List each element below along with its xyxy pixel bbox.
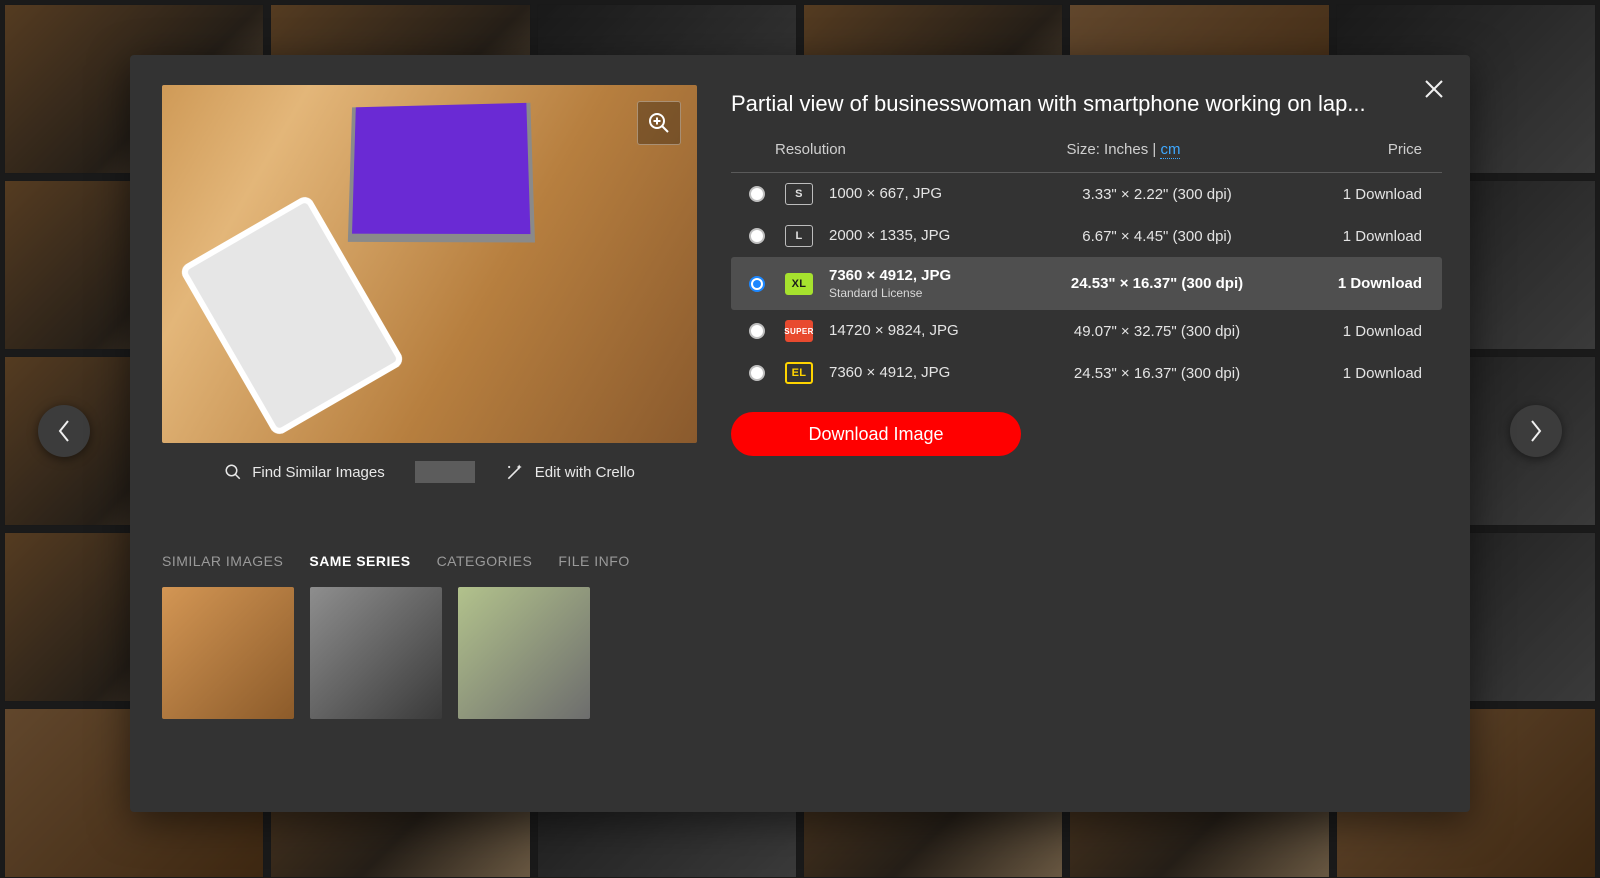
series-thumb[interactable] [162,587,294,719]
size-badge: EL [785,362,813,384]
resolution-value: 2000 × 1335, JPG [829,227,1032,245]
image-detail-modal: Find Similar Images Edit with Crello Par… [130,55,1470,812]
preview-image[interactable] [162,85,697,443]
resolution-option[interactable]: XL 7360 × 4912, JPGStandard License 24.53"… [731,257,1442,310]
size-value: 24.53" × 16.37" (300 dpi) [1042,275,1272,292]
preview-pane: Find Similar Images Edit with Crello [162,85,697,483]
price-value: 1 Download [1282,228,1422,245]
size-badge: SUPER [785,320,813,342]
size-value: 3.33" × 2.22" (300 dpi) [1042,186,1272,203]
zoom-in-button[interactable] [637,101,681,145]
size-badge: S [785,183,813,205]
radio[interactable] [749,276,765,292]
resolution-option[interactable]: L 2000 × 1335, JPG 6.67" × 4.45" (300 dpi)… [731,215,1442,257]
find-similar-button[interactable]: Find Similar Images [194,463,415,481]
tab-similar-images[interactable]: SIMILAR IMAGES [162,553,283,569]
table-header: Resolution Size: Inches | cm Price [731,141,1442,173]
related-tabs: SIMILAR IMAGES SAME SERIES CATEGORIES FI… [162,553,1442,569]
radio[interactable] [749,228,765,244]
resolution-option[interactable]: EL 7360 × 4912, JPG 24.53" × 16.37" (300 d… [731,352,1442,394]
col-price: Price [1262,141,1422,158]
price-value: 1 Download [1282,323,1422,340]
resolution-value: 14720 × 9824, JPG [829,322,1032,340]
resolution-option[interactable]: SUPER 14720 × 9824, JPG 49.07" × 32.75" (3… [731,310,1442,352]
size-value: 6.67" × 4.45" (300 dpi) [1042,228,1272,245]
series-thumb[interactable] [310,587,442,719]
license-sub: Standard License [829,286,1032,300]
resolution-value: 7360 × 4912, JPGStandard License [829,267,1032,300]
image-title: Partial view of businesswoman with smart… [731,91,1392,117]
series-thumb[interactable] [458,587,590,719]
price-value: 1 Download [1282,365,1422,382]
next-image-button[interactable] [1510,405,1562,457]
resolution-value: 1000 × 667, JPG [829,185,1032,203]
download-button[interactable]: Download Image [731,412,1021,456]
divider [415,461,475,483]
price-value: 1 Download [1282,275,1422,292]
radio[interactable] [749,365,765,381]
radio[interactable] [749,323,765,339]
magic-wand-icon [505,462,525,482]
search-icon [224,463,242,481]
details-pane: Partial view of businesswoman with smart… [731,85,1442,456]
size-value: 24.53" × 16.37" (300 dpi) [1042,365,1272,382]
size-badge: L [785,225,813,247]
radio[interactable] [749,186,765,202]
resolution-table: Resolution Size: Inches | cm Price S 1000… [731,141,1442,394]
series-thumbnails [162,587,1442,719]
size-value: 49.07" × 32.75" (300 dpi) [1042,323,1272,340]
col-resolution: Resolution [775,141,985,158]
find-similar-label: Find Similar Images [252,464,385,481]
unit-toggle-cm[interactable]: cm [1160,141,1180,159]
col-size: Size: Inches | cm [985,141,1262,158]
tab-categories[interactable]: CATEGORIES [437,553,533,569]
tab-file-info[interactable]: FILE INFO [558,553,629,569]
price-value: 1 Download [1282,186,1422,203]
close-button[interactable] [1420,75,1448,103]
size-badge: XL [785,273,813,295]
edit-crello-button[interactable]: Edit with Crello [475,462,665,482]
edit-crello-label: Edit with Crello [535,464,635,481]
prev-image-button[interactable] [38,405,90,457]
resolution-value: 7360 × 4912, JPG [829,364,1032,382]
resolution-option[interactable]: S 1000 × 667, JPG 3.33" × 2.22" (300 dpi) 1… [731,173,1442,215]
tab-same-series[interactable]: SAME SERIES [309,553,410,569]
